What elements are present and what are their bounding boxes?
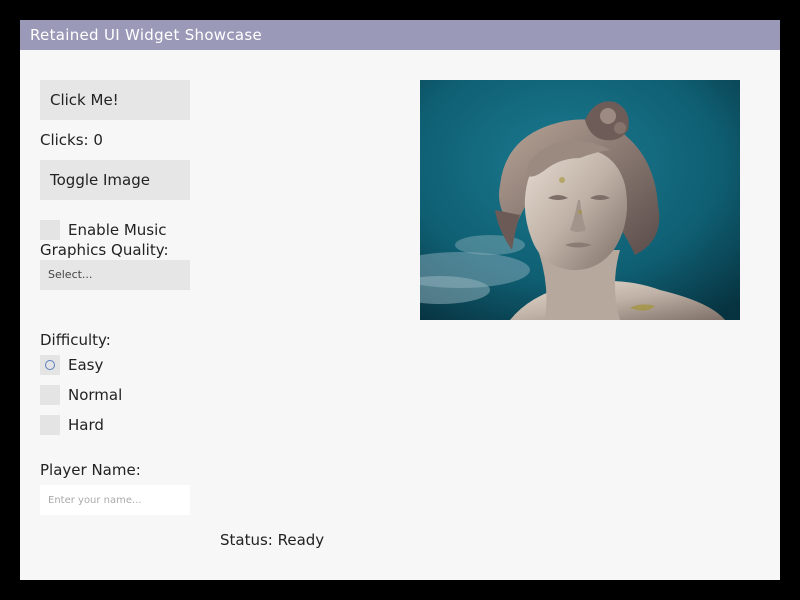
status-label: Status: Ready [220, 531, 325, 549]
radio-easy[interactable] [40, 355, 60, 375]
radio-selected-indicator [45, 360, 55, 370]
graphics-quality-select[interactable]: Select... [40, 260, 190, 290]
radio-normal-label: Normal [68, 386, 123, 404]
radio-normal[interactable] [40, 385, 60, 405]
player-name-label: Player Name: [40, 461, 141, 479]
difficulty-label: Difficulty: [40, 331, 111, 349]
statue-image [420, 80, 740, 320]
click-me-button[interactable]: Click Me! [40, 80, 190, 120]
radio-hard[interactable] [40, 415, 60, 435]
radio-hard-label: Hard [68, 416, 104, 434]
graphics-quality-label: Graphics Quality: [40, 241, 169, 259]
music-checkbox-label: Enable Music [68, 221, 167, 239]
click-counter-label: Clicks: 0 [40, 131, 103, 149]
app-window: Retained UI Widget Showcase Click Me! Cl… [20, 20, 780, 580]
music-checkbox[interactable] [40, 220, 60, 240]
statue-illustration [420, 80, 740, 320]
toggle-image-button[interactable]: Toggle Image [40, 160, 190, 200]
radio-easy-label: Easy [68, 356, 104, 374]
player-name-input[interactable] [40, 485, 190, 515]
window-title: Retained UI Widget Showcase [20, 20, 780, 50]
